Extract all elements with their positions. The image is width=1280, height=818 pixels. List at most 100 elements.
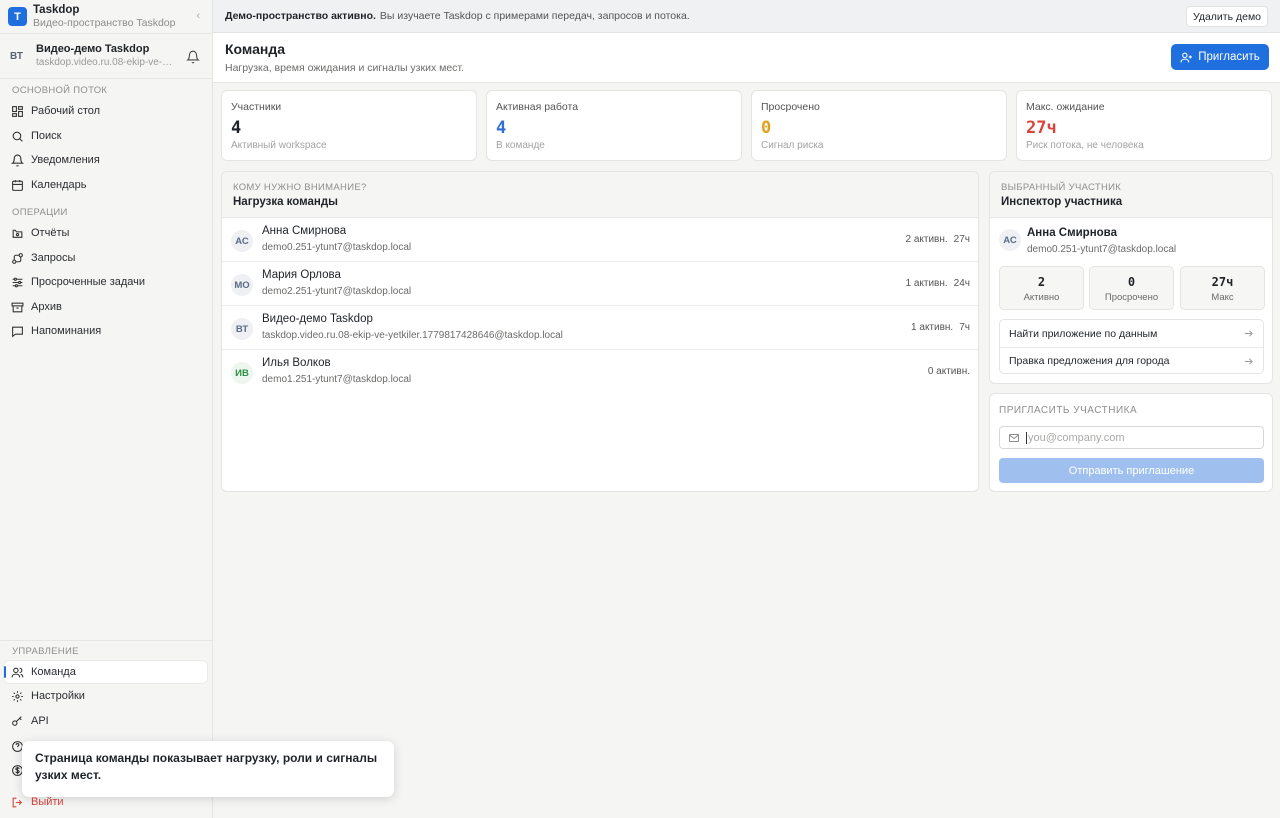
metric-label: Активно [1023,292,1060,303]
workspace-switcher[interactable]: ВТ Видео-демо Taskdop taskdop.video.ru.0… [0,33,212,79]
logout-label: Выйти [31,796,64,808]
member-name: Мария Орлова [262,269,341,281]
app-header[interactable]: T Taskdop Видео-пространство Taskdop ‹ [0,0,212,33]
key-icon [12,715,22,726]
stat-sub: Активный workspace [231,140,327,151]
workspace-email: taskdop.video.ru.08-ekip-ve-… [36,57,173,68]
invite-button[interactable]: Пригласить [1171,44,1269,70]
member-wait: 7ч [959,322,970,333]
member-row[interactable]: МО Мария Орлова demo2.251-ytunt7@taskdop… [222,262,978,306]
sidebar-item-search[interactable]: Поиск [4,125,207,147]
archive-icon [11,302,24,312]
arrow-right-icon [1244,358,1253,365]
stat-sub: В команде [496,140,545,151]
app-subtitle: Видео-пространство Taskdop [33,16,176,29]
team-icon [11,667,24,677]
invite-title: ПРИГЛАСИТЬ УЧАСТНИКА [999,405,1138,416]
member-name: Анна Смирнова [262,225,347,237]
sidebar-item-team[interactable]: Команда [4,661,207,683]
section-manage-label: УПРАВЛЕНИЕ [12,646,79,657]
member-row[interactable]: ИВ Илья Волков demo1.251-ytunt7@taskdop.… [222,350,978,394]
dashboard-icon [12,105,23,117]
search-icon [12,131,23,142]
sidebar-item-label: Уведомления [31,154,100,166]
sidebar-item-label: Настройки [31,690,85,702]
sidebar-item-label: Рабочий стол [31,105,101,117]
stat-value: 27ч [1026,118,1057,138]
requests-icon [12,252,23,264]
workspace-name: Видео-демо Taskdop [36,43,150,55]
avatar: АС [999,229,1021,251]
demo-banner-title: Демо-пространство активно. [225,10,376,22]
sidebar-item-reminders[interactable]: Напоминания [4,320,207,342]
sidebar-item-label: Отчёты [31,227,70,239]
logout-icon [12,797,23,807]
delete-demo-button[interactable]: Удалить демо [1185,6,1268,27]
metric-max: 27ч Макс [1180,266,1265,310]
member-active-count: 2 активн. [905,234,948,245]
invite-panel: ПРИГЛАСИТЬ УЧАСТНИКА Отправить приглашен… [989,393,1273,492]
inspector-member-email: demo0.251-ytunt7@taskdop.local [1027,244,1177,255]
stat-card-members: Участники 4 Активный workspace [221,90,477,161]
sidebar-item-calendar[interactable]: Календарь [4,174,207,196]
sidebar-item-archive[interactable]: Архив [4,296,207,318]
member-active-count: 1 активн. [911,322,954,333]
reports-icon [12,229,23,238]
sliders-icon [12,277,23,287]
stat-card-active-work: Активная работа 4 В команде [486,90,742,161]
workload-panel: КОМУ НУЖНО ВНИМАНИЕ? Нагрузка команды АС… [221,171,979,492]
invite-button-label: Пригласить [1198,51,1260,63]
section-ops-label: ОПЕРАЦИИ [12,207,68,218]
invite-email-input[interactable] [1026,431,1246,444]
page-title: Команда [225,41,285,57]
metric-overdue: 0 Просрочено [1089,266,1174,310]
sidebar-item-dashboard[interactable]: Рабочий стол [4,100,207,122]
sidebar-item-notifications[interactable]: Уведомления [4,149,207,171]
stat-label: Макс. ожидание [1026,101,1105,113]
collapse-sidebar-icon[interactable]: ‹ [196,10,200,22]
panel-title: Инспектор участника [1001,196,1123,208]
sidebar-item-api[interactable]: API [4,710,207,732]
avatar: МО [231,274,253,296]
sidebar-item-label: Поиск [31,130,62,142]
stat-value: 4 [231,118,242,138]
sidebar-item-reports[interactable]: Отчёты [4,222,207,244]
member-row[interactable]: ВТ Видео-демо Taskdop taskdop.video.ru.0… [222,306,978,350]
section-main-label: ОСНОВНОЙ ПОТОК [12,85,108,96]
member-name: Илья Волков [262,357,331,369]
stat-label: Активная работа [496,101,579,113]
invite-email-field[interactable] [999,426,1264,449]
member-row[interactable]: АС Анна Смирнова demo0.251-ytunt7@taskdo… [222,218,978,262]
panel-eyebrow: КОМУ НУЖНО ВНИМАНИЕ? [233,182,367,193]
link-label: Найти приложение по данным [1009,327,1158,340]
metric-label: Макс [1211,292,1234,303]
calendar-icon [12,179,23,191]
sidebar: T Taskdop Видео-пространство Taskdop ‹ В… [0,0,213,818]
sidebar-item-overdue[interactable]: Просроченные задачи [4,271,207,293]
metric-label: Просрочено [1104,292,1159,303]
sidebar-item-label: Архив [31,301,62,313]
send-invite-button[interactable]: Отправить приглашение [999,458,1264,483]
metric-value: 2 [1037,275,1046,289]
sidebar-item-requests[interactable]: Запросы [4,247,207,269]
message-icon [12,326,23,338]
app-logo: T [8,7,27,26]
panel-title: Нагрузка команды [233,196,338,208]
stat-sub: Риск потока, не человека [1026,140,1144,151]
inspector-link[interactable]: Правка предложения для города [1000,347,1263,374]
sidebar-item-settings[interactable]: Настройки [4,685,207,707]
panel-eyebrow: ВЫБРАННЫЙ УЧАСТНИК [1001,182,1122,193]
stat-label: Просрочено [761,101,820,113]
metric-active: 2 Активно [999,266,1084,310]
sidebar-item-label: Напоминания [31,325,102,337]
member-email: demo2.251-ytunt7@taskdop.local [262,286,412,297]
stat-card-overdue: Просрочено 0 Сигнал риска [751,90,1007,161]
arrow-right-icon [1244,330,1253,337]
member-active-count: 1 активн. [905,278,948,289]
sidebar-item-label: Просроченные задачи [31,276,146,288]
page-header: Команда Нагрузка, время ожидания и сигна… [213,33,1280,83]
notifications-bell-icon[interactable] [186,50,200,64]
inspector-link[interactable]: Найти приложение по данным [1000,320,1263,347]
metric-value: 27ч [1211,275,1234,289]
avatar: ИВ [231,362,253,384]
